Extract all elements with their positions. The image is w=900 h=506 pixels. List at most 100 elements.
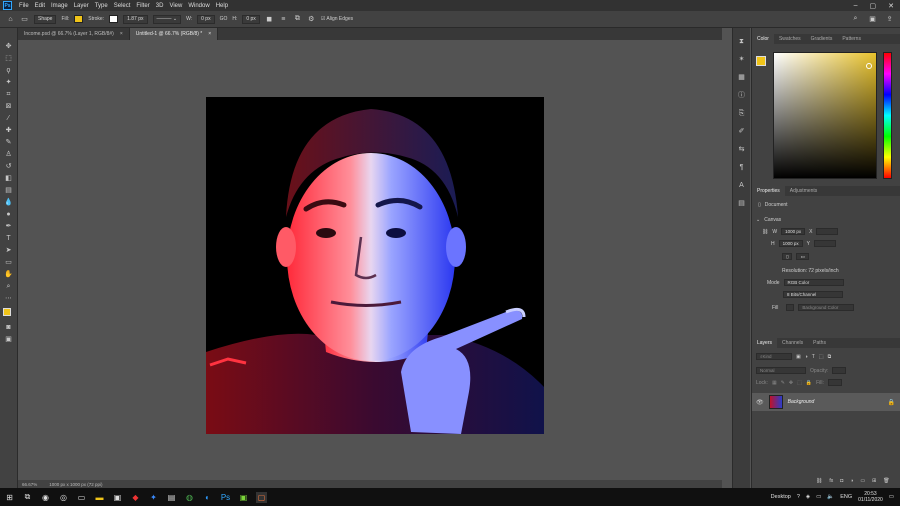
stroke-swatch[interactable] <box>109 15 119 23</box>
filter-type-icon[interactable]: T <box>812 354 815 360</box>
quick-mask-icon[interactable]: ◙ <box>3 323 14 332</box>
tab-patterns[interactable]: Patterns <box>837 34 866 44</box>
fx-icon[interactable]: fx <box>829 478 833 484</box>
foreground-color-chip[interactable] <box>756 56 766 66</box>
photoshop-logo-icon[interactable]: Ps <box>3 1 12 10</box>
menu-file[interactable]: File <box>16 3 32 9</box>
path-arrangement-icon[interactable]: ⧉ <box>293 15 302 24</box>
link-dimensions-button[interactable]: GO <box>220 16 228 22</box>
align-edges-checkbox[interactable]: ☑ Align Edges <box>321 16 353 22</box>
language-indicator[interactable]: ENG <box>840 494 852 500</box>
tool-mode-select[interactable]: Shape <box>34 14 57 24</box>
landscape-orientation-icon[interactable]: ▭ <box>796 253 809 260</box>
photoshop-taskbar-icon[interactable]: Ps <box>220 492 231 503</box>
hue-slider[interactable] <box>883 52 892 179</box>
new-layer-icon[interactable]: ⊞ <box>872 478 876 484</box>
tab-channels[interactable]: Channels <box>777 338 808 348</box>
lasso-tool-icon[interactable]: ϙ <box>3 66 14 75</box>
character-icon[interactable]: A <box>737 182 746 190</box>
tab-paths[interactable]: Paths <box>808 338 831 348</box>
width-input[interactable]: 0 px <box>197 14 215 24</box>
new-group-icon[interactable]: ▭ <box>860 478 865 484</box>
shape-tool-preset-icon[interactable]: ▭ <box>20 15 29 24</box>
app-icon-orange[interactable]: ▢ <box>256 491 267 503</box>
home-icon[interactable]: ⌂ <box>6 15 15 24</box>
canvas-height-input[interactable]: 1000 px <box>778 240 803 247</box>
gradient-tool-icon[interactable]: ▤ <box>3 186 14 195</box>
task-view-icon[interactable]: ⧉ <box>22 492 33 503</box>
fill-swatch[interactable] <box>74 15 84 23</box>
screen-mode-icon[interactable]: ▣ <box>3 335 14 344</box>
brush-settings-icon[interactable]: ✶ <box>737 56 746 64</box>
filter-adjustment-icon[interactable]: ◑ <box>805 354 808 360</box>
close-icon[interactable]: ✕ <box>888 2 894 10</box>
app-icon-3[interactable]: ▭ <box>76 492 87 503</box>
healing-brush-tool-icon[interactable]: ✚ <box>3 126 14 135</box>
marquee-tool-icon[interactable]: ⬚ <box>3 54 14 63</box>
layer-row[interactable]: 👁 Background 🔒 <box>752 393 900 411</box>
store-icon[interactable]: ▣ <box>112 492 123 503</box>
tab-untitled-1[interactable]: Untitled-1 @ 66.7% (RGB/8) * × <box>129 28 219 40</box>
color-picker-field[interactable] <box>773 52 877 179</box>
app-icon-red[interactable]: ◆ <box>130 492 141 503</box>
layer-kind-filter[interactable]: ⌕ Kind <box>756 353 792 360</box>
search-icon[interactable]: ⌕ <box>851 15 860 24</box>
filter-pixel-icon[interactable]: ▣ <box>796 354 801 360</box>
zoom-level[interactable]: 66.67% <box>22 482 37 487</box>
tab-close-icon[interactable]: × <box>208 31 211 37</box>
layer-name[interactable]: Background <box>788 399 815 405</box>
tab-income-psd[interactable]: Income.psd @ 66.7% (Layer 1, RGB/8#) × <box>18 28 130 40</box>
edge-icon[interactable]: ◐ <box>202 492 213 503</box>
path-operations-icon[interactable]: ◼ <box>265 15 274 24</box>
opacity-input[interactable] <box>832 367 847 374</box>
lock-all-icon[interactable]: 🔒 <box>806 380 812 386</box>
app-icon-1[interactable]: ◉ <box>40 492 51 503</box>
notifications-icon[interactable]: ▭ <box>889 494 894 500</box>
history-panel-icon[interactable]: ⧗ <box>737 38 746 46</box>
lock-pixels-icon[interactable]: ▦ <box>772 380 777 386</box>
app-icon-4[interactable]: ▤ <box>166 492 177 503</box>
eraser-tool-icon[interactable]: ◧ <box>3 174 14 183</box>
minimize-icon[interactable]: – <box>854 2 858 10</box>
portrait-orientation-icon[interactable]: ▯ <box>782 253 793 260</box>
maximize-icon[interactable]: ▢ <box>870 2 877 10</box>
tab-layers[interactable]: Layers <box>752 338 778 348</box>
layer-fill-input[interactable] <box>827 379 842 386</box>
tab-gradients[interactable]: Gradients <box>806 34 838 44</box>
link-layers-icon[interactable]: ⛓ <box>816 478 822 484</box>
move-tool-icon[interactable]: ✥ <box>3 42 14 51</box>
canvas-section[interactable]: ⌄ Canvas <box>756 217 781 223</box>
tab-color[interactable]: Color <box>752 34 774 44</box>
canvas-x-input[interactable] <box>816 228 839 235</box>
eyedropper-tool-icon[interactable]: ⁄ <box>3 114 14 123</box>
brush-tool-icon[interactable]: ✎ <box>3 138 14 147</box>
dodge-tool-icon[interactable]: ● <box>3 210 14 219</box>
color-picker-handle[interactable] <box>866 63 872 69</box>
hand-tool-icon[interactable]: ✋ <box>3 270 14 279</box>
rectangle-tool-icon[interactable]: ▭ <box>3 258 14 267</box>
canvas-y-input[interactable] <box>813 240 836 247</box>
crop-tool-icon[interactable]: ⌗ <box>3 90 14 99</box>
paragraph-icon[interactable]: ¶ <box>737 164 746 172</box>
desktop-label[interactable]: Desktop <box>771 494 791 500</box>
tab-swatches[interactable]: Swatches <box>774 34 806 44</box>
foreground-color-swatch[interactable] <box>2 308 11 316</box>
history-brush-tool-icon[interactable]: ↺ <box>3 162 14 171</box>
gear-icon[interactable]: ⚙ <box>307 15 316 24</box>
menu-filter[interactable]: Filter <box>133 3 152 9</box>
frame-tool-icon[interactable]: ⊠ <box>3 102 14 111</box>
document-canvas[interactable] <box>206 97 544 434</box>
lock-move-icon[interactable]: ✥ <box>789 380 793 386</box>
menu-edit[interactable]: Edit <box>32 3 48 9</box>
app-icon-green[interactable]: ▣ <box>238 492 249 503</box>
height-input[interactable]: 0 px <box>242 14 260 24</box>
tab-adjustments[interactable]: Adjustments <box>785 186 823 196</box>
pen-tool-icon[interactable]: ✒ <box>3 222 14 231</box>
network-icon[interactable]: ▭ <box>816 494 821 500</box>
file-explorer-icon[interactable]: ▬ <box>94 492 105 503</box>
blend-mode-select[interactable]: Normal <box>756 367 806 374</box>
menu-3d[interactable]: 3D <box>153 3 167 9</box>
volume-icon[interactable]: 🔈 <box>827 494 834 500</box>
share-icon[interactable]: ⇪ <box>885 15 894 24</box>
tool-presets-icon[interactable]: ✐ <box>737 128 746 136</box>
